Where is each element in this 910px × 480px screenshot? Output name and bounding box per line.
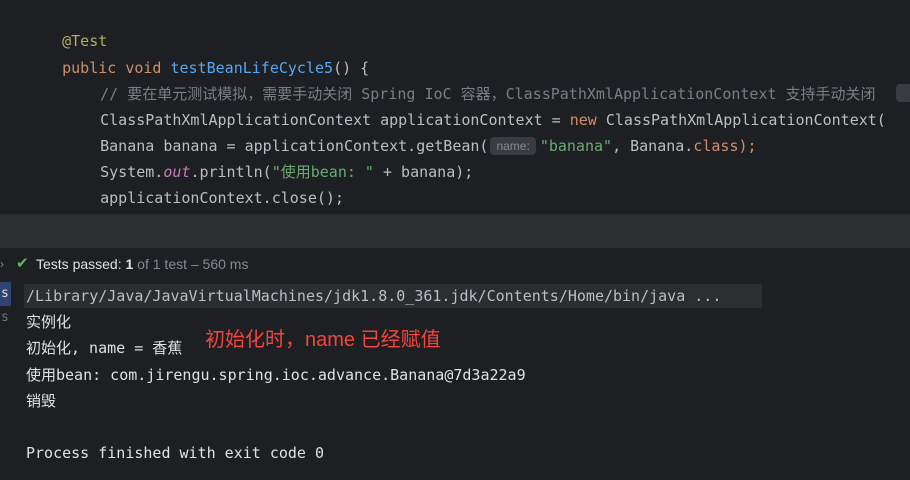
console-line-init: 初始化, name = 香蕉: [26, 339, 183, 357]
test-status-text: Tests passed: 1 of 1 test – 560 ms: [36, 248, 248, 280]
code-line-closing-brace: }: [26, 185, 71, 211]
chevron-right-icon[interactable]: ›: [0, 248, 4, 280]
test-status-bar: › ✔ Tests passed: 1 of 1 test – 560 ms: [0, 248, 910, 280]
getbean-mid: , Banana.: [612, 137, 694, 155]
println-end: + banana);: [373, 163, 474, 181]
param-hint-truncated: [896, 84, 910, 102]
console-line-instantiate: 实例化: [26, 313, 72, 331]
console-gutter-marker-2: s: [1, 310, 9, 325]
console-line-exit: Process finished with exit code 0: [26, 444, 325, 462]
console-gutter-marker: s: [0, 282, 11, 306]
code-line-comment: // 要在单元测试模拟，需要手动关闭 Spring IoC 容器，ClassPa…: [64, 55, 875, 103]
code-line-getbean: Banana banana = applicationContext.getBe…: [64, 107, 757, 155]
test-status-label: Tests passed:: [36, 256, 126, 272]
test-summary: of 1 test – 560 ms: [133, 256, 249, 272]
bean-name-string: "banana": [539, 137, 613, 155]
console-java-path[interactable]: /Library/Java/JavaVirtualMachines/jdk1.8…: [26, 283, 721, 309]
console-line-use-bean: 使用bean: com.jirengu.spring.ioc.advance.B…: [26, 366, 526, 384]
keyword-class: class: [693, 137, 739, 155]
close-call: applicationContext.close();: [100, 189, 344, 207]
code-line-close: applicationContext.close();: [64, 159, 344, 207]
annotation-note: 初始化时，name 已经赋值: [205, 329, 441, 351]
code-line-println: System.out.println("使用bean: " + banana);: [64, 133, 473, 181]
panel-separator: [0, 214, 910, 248]
code-editor[interactable]: @Test public void testBeanLifeCycle5() {…: [0, 0, 910, 214]
console-line-destroy: 销毁: [26, 392, 57, 410]
code-line-signature: public void testBeanLifeCycle5() {: [26, 29, 369, 77]
code-line-annotation: @Test: [26, 2, 107, 50]
code-line-context: ClassPathXmlApplicationContext applicati…: [64, 81, 886, 129]
getbean-end: );: [738, 137, 757, 155]
checkmark-icon: ✔: [16, 255, 29, 272]
param-name-hint: name:: [490, 136, 536, 155]
